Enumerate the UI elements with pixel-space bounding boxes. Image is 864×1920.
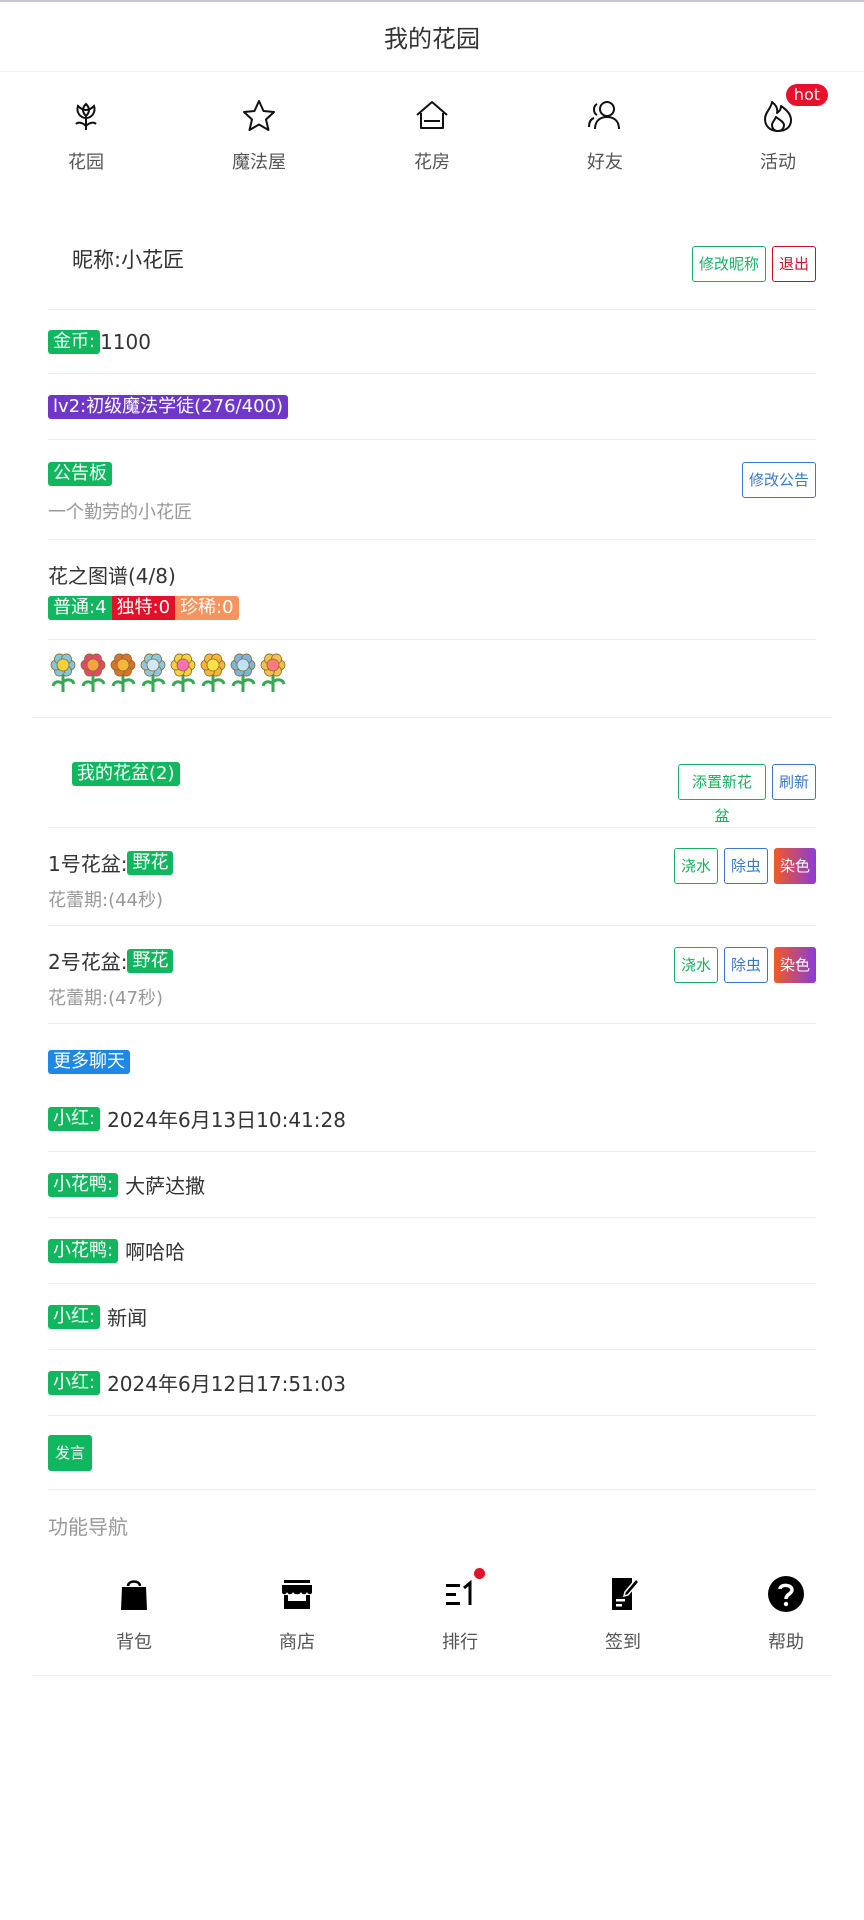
nav-item-bag[interactable]: 背包 bbox=[74, 1566, 194, 1654]
atlas-row: 花之图谱(4/8) 普通:4 独特:0 珍稀:0 bbox=[48, 540, 816, 640]
chat-message: 小花鸭: 啊哈哈 bbox=[48, 1218, 816, 1284]
flower-sprite-icon bbox=[230, 653, 256, 692]
function-nav-title: 功能导航 bbox=[48, 1515, 128, 1539]
post-row: 发言 bbox=[48, 1416, 816, 1490]
edit-nickname-button[interactable]: 修改昵称 bbox=[692, 246, 766, 282]
nickname-text: 昵称:小花匠 bbox=[72, 248, 185, 272]
pot-row: 1号花盆: 野花 花蕾期:(44秒) 浇水 除虫 染色 bbox=[48, 828, 816, 926]
flower-sprite-icon bbox=[50, 653, 76, 692]
gold-row: 金币: 1100 bbox=[48, 310, 816, 374]
chat-message: 小红: 2024年6月13日10:41:28 bbox=[48, 1086, 816, 1152]
dye-button[interactable]: 染色 bbox=[774, 848, 816, 884]
pot-type-badge: 野花 bbox=[127, 850, 174, 875]
nav-item-garden[interactable]: 花园 bbox=[26, 88, 146, 174]
pot-row: 2号花盆: 野花 花蕾期:(47秒) 浇水 除虫 染色 bbox=[48, 926, 816, 1024]
flower-icon bbox=[75, 102, 97, 130]
friends-icon bbox=[588, 101, 620, 130]
debug-button[interactable]: 除虫 bbox=[724, 947, 768, 983]
flower-sprite-icon bbox=[140, 653, 166, 692]
ranking-notification-dot bbox=[474, 1568, 485, 1579]
help-icon bbox=[768, 1576, 804, 1612]
level-row: lv2:初级魔法学徒(276/400) bbox=[48, 374, 816, 440]
chat-text: 大萨达撒 bbox=[125, 1174, 206, 1198]
nav-item-checkin[interactable]: 签到 bbox=[563, 1566, 683, 1654]
atlas-normal-badge: 普通:4 bbox=[48, 596, 112, 620]
flower-sprite-icon bbox=[170, 653, 196, 692]
atlas-unique-badge: 独特:0 bbox=[111, 596, 176, 620]
pot-stage: 花蕾期:(47秒) bbox=[48, 988, 164, 1009]
gold-value: 1100 bbox=[100, 330, 151, 354]
chat-text: 2024年6月12日17:51:03 bbox=[107, 1372, 346, 1396]
level-badge: lv2:初级魔法学徒(276/400) bbox=[48, 395, 288, 419]
bag-icon bbox=[121, 1580, 147, 1610]
flower-sprite-icon bbox=[260, 653, 286, 692]
bulletin-row: 公告板 一个勤劳的小花匠 修改公告 bbox=[48, 440, 816, 540]
checkin-icon bbox=[612, 1577, 641, 1610]
ranking-icon bbox=[446, 1579, 472, 1605]
debug-button[interactable]: 除虫 bbox=[724, 848, 768, 884]
atlas-rare-badge: 珍稀:0 bbox=[175, 596, 239, 620]
chat-message: 小红: 新闻 bbox=[48, 1284, 816, 1350]
pots-header-row: 我的花盆(2) 添置新花盆 刷新 bbox=[48, 730, 816, 828]
chat-text: 2024年6月13日10:41:28 bbox=[107, 1108, 346, 1132]
nav-item-ranking[interactable]: 排行 bbox=[400, 1566, 520, 1654]
edit-bulletin-button[interactable]: 修改公告 bbox=[742, 462, 816, 498]
chat-user[interactable]: 小花鸭: bbox=[48, 1172, 119, 1197]
flower-sprite-icon bbox=[200, 653, 226, 692]
dye-button[interactable]: 染色 bbox=[774, 947, 816, 983]
bulletin-label: 公告板 bbox=[48, 462, 112, 486]
top-nav: 花园 魔法屋 花房 好友 hot 活动 bbox=[0, 84, 864, 184]
chat-text: 新闻 bbox=[107, 1306, 148, 1330]
nav-item-friends[interactable]: 好友 bbox=[545, 88, 665, 174]
chat-message: 小红: 2024年6月12日17:51:03 bbox=[48, 1350, 816, 1416]
house-icon bbox=[416, 101, 448, 129]
pot-stage: 花蕾期:(44秒) bbox=[48, 890, 164, 911]
nav-item-magic-house[interactable]: 魔法屋 bbox=[199, 88, 319, 174]
bulletin-text: 一个勤劳的小花匠 bbox=[48, 502, 192, 523]
page-header: 我的花园 bbox=[0, 2, 864, 72]
flower-sprite-icon bbox=[80, 653, 106, 692]
pot-name: 2号花盆: bbox=[48, 950, 128, 974]
flower-sprite-icon bbox=[110, 653, 136, 692]
function-nav: 背包 商店 排行 签到 帮助 bbox=[32, 1566, 832, 1676]
nav-item-greenhouse[interactable]: 花房 bbox=[372, 88, 492, 174]
pot-type-badge: 野花 bbox=[127, 948, 174, 973]
chat-text: 啊哈哈 bbox=[125, 1240, 186, 1264]
water-button[interactable]: 浇水 bbox=[674, 848, 718, 884]
nav-item-activity[interactable]: hot 活动 bbox=[718, 84, 838, 174]
page-title: 我的花园 bbox=[384, 25, 480, 53]
atlas-title: 花之图谱(4/8) bbox=[48, 564, 176, 588]
nav-item-store[interactable]: 商店 bbox=[237, 1566, 357, 1654]
logout-button[interactable]: 退出 bbox=[772, 246, 816, 282]
chat-user[interactable]: 小红: bbox=[48, 1106, 101, 1131]
hot-badge: hot bbox=[785, 84, 828, 106]
add-pot-button[interactable]: 添置新花盆 bbox=[678, 764, 766, 825]
chat-user[interactable]: 小花鸭: bbox=[48, 1238, 119, 1263]
refresh-button[interactable]: 刷新 bbox=[772, 764, 816, 800]
chat-message: 小花鸭: 大萨达撒 bbox=[48, 1152, 816, 1218]
post-button[interactable]: 发言 bbox=[48, 1435, 92, 1471]
pots-header-label: 我的花盆(2) bbox=[72, 762, 180, 786]
nav-item-help[interactable]: 帮助 bbox=[726, 1566, 846, 1654]
chat-user[interactable]: 小红: bbox=[48, 1304, 101, 1329]
gold-label: 金币: bbox=[48, 330, 101, 354]
store-icon bbox=[282, 1580, 312, 1609]
star-icon bbox=[243, 100, 275, 131]
more-chat-button[interactable]: 更多聊天 bbox=[48, 1050, 130, 1074]
water-button[interactable]: 浇水 bbox=[674, 947, 718, 983]
nickname-row: 昵称:小花匠 修改昵称 退出 bbox=[48, 222, 816, 310]
flower-strip bbox=[48, 650, 288, 694]
pot-name: 1号花盆: bbox=[48, 852, 128, 876]
chat-user[interactable]: 小红: bbox=[48, 1370, 101, 1395]
